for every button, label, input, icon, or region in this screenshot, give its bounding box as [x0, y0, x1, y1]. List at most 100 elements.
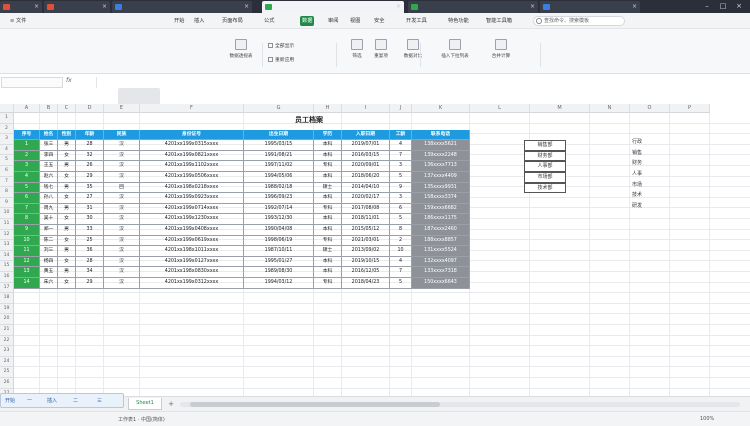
- float-panel-item[interactable]: 开始: [5, 397, 15, 404]
- table-cell[interactable]: 3: [390, 161, 412, 172]
- row-header[interactable]: 1: [0, 113, 14, 124]
- table-cell[interactable]: 12: [14, 256, 40, 268]
- table-cell[interactable]: 2: [390, 235, 412, 247]
- column-header[interactable]: H: [314, 104, 342, 113]
- table-cell[interactable]: 专科: [314, 161, 342, 172]
- row-header[interactable]: 23: [0, 346, 14, 357]
- table-cell[interactable]: 9: [14, 225, 40, 236]
- table-cell[interactable]: 7: [390, 150, 412, 162]
- browser-tab[interactable]: ×: [262, 1, 404, 13]
- table-cell[interactable]: 6: [390, 203, 412, 215]
- row-header[interactable]: 11: [0, 219, 14, 230]
- table-cell[interactable]: 2016/03/15: [342, 150, 390, 162]
- table-cell[interactable]: 26: [76, 161, 104, 172]
- table-cell[interactable]: 汉: [104, 161, 140, 172]
- table-cell[interactable]: 回: [104, 182, 140, 194]
- table-cell[interactable]: 4201xx198x0830xxxx: [140, 267, 244, 278]
- row-header[interactable]: 8: [0, 187, 14, 198]
- browser-tab[interactable]: ×: [44, 1, 110, 13]
- table-cell[interactable]: 2019/10/15: [342, 256, 390, 268]
- float-panel-item[interactable]: 二: [73, 397, 78, 404]
- table-cell[interactable]: 159xxxx6682: [412, 203, 470, 215]
- float-panel[interactable]: 开始 一 插入 二 三: [0, 393, 124, 408]
- browser-tab[interactable]: ×: [408, 1, 538, 13]
- ribbon-button[interactable]: 重复项: [366, 39, 396, 69]
- table-cell[interactable]: 10: [390, 246, 412, 257]
- ribbon-small-item[interactable]: 重新应用: [268, 56, 294, 63]
- table-cell[interactable]: 汉: [104, 278, 140, 289]
- float-panel-item[interactable]: 插入: [47, 397, 57, 404]
- row-header[interactable]: 25: [0, 367, 14, 378]
- float-panel-item[interactable]: 一: [27, 397, 32, 404]
- table-cell[interactable]: 吴十: [40, 214, 58, 225]
- table-cell[interactable]: 138xxxx5621: [412, 140, 470, 151]
- department-cell[interactable]: 财务部: [524, 150, 566, 162]
- browser-tab[interactable]: ×: [540, 1, 640, 13]
- table-cell[interactable]: 4: [14, 172, 40, 183]
- table-cell[interactable]: 1998/06/19: [244, 235, 314, 247]
- table-cell[interactable]: 150xxxx6643: [412, 278, 470, 289]
- table-cell[interactable]: 2018/11/01: [342, 214, 390, 225]
- table-cell[interactable]: 34: [76, 267, 104, 278]
- table-cell[interactable]: 汉: [104, 203, 140, 215]
- column-header[interactable]: F: [140, 104, 244, 113]
- table-cell[interactable]: 27: [76, 193, 104, 204]
- row-header[interactable]: 2: [0, 123, 14, 135]
- list-item[interactable]: 人事: [632, 170, 642, 177]
- table-cell[interactable]: 137xxxx4409: [412, 172, 470, 183]
- table-cell[interactable]: 1992/07/14: [244, 203, 314, 215]
- row-header[interactable]: 21: [0, 325, 14, 336]
- list-item[interactable]: 财务: [632, 159, 642, 166]
- row-header[interactable]: 26: [0, 378, 14, 389]
- table-cell[interactable]: 周九: [40, 203, 58, 215]
- table-cell[interactable]: 9: [390, 182, 412, 194]
- table-cell[interactable]: 汉: [104, 267, 140, 278]
- table-cell[interactable]: 4: [390, 256, 412, 268]
- close-icon[interactable]: ×: [632, 3, 637, 10]
- list-item[interactable]: 行政: [632, 138, 642, 145]
- table-cell[interactable]: 本科: [314, 193, 342, 204]
- table-cell[interactable]: 汉: [104, 193, 140, 204]
- row-header[interactable]: 4: [0, 144, 14, 156]
- table-cell[interactable]: 汉: [104, 225, 140, 236]
- list-item[interactable]: 研发: [632, 202, 642, 209]
- table-cell[interactable]: 杨四: [40, 256, 58, 268]
- column-header[interactable]: B: [40, 104, 58, 113]
- menu-item[interactable]: 安全: [372, 16, 386, 26]
- table-cell[interactable]: 汉: [104, 214, 140, 225]
- column-header[interactable]: O: [630, 104, 670, 113]
- table-cell[interactable]: 陈二: [40, 235, 58, 247]
- row-header[interactable]: 17: [0, 282, 14, 294]
- table-cell[interactable]: 张三: [40, 140, 58, 151]
- table-cell[interactable]: 28: [76, 256, 104, 268]
- list-item[interactable]: 销售: [632, 149, 642, 156]
- table-cell[interactable]: 钱七: [40, 182, 58, 194]
- table-cell[interactable]: 男: [58, 182, 76, 194]
- table-cell[interactable]: 4201xx199x0923xxxx: [140, 193, 244, 204]
- table-cell[interactable]: 5: [14, 182, 40, 194]
- menu-item[interactable]: 审阅: [326, 16, 340, 26]
- table-cell[interactable]: 1996/09/23: [244, 193, 314, 204]
- table-cell[interactable]: 黄五: [40, 267, 58, 278]
- table-cell[interactable]: 男: [58, 246, 76, 257]
- department-cell[interactable]: 人事部: [524, 161, 566, 172]
- table-cell[interactable]: 男: [58, 225, 76, 236]
- row-header[interactable]: 22: [0, 335, 14, 347]
- table-cell[interactable]: 本科: [314, 256, 342, 268]
- zoom-level[interactable]: 100%: [700, 416, 714, 422]
- table-cell[interactable]: 136xxxx7713: [412, 161, 470, 172]
- close-icon[interactable]: ×: [34, 3, 39, 10]
- table-cell[interactable]: 本科: [314, 225, 342, 236]
- table-cell[interactable]: 女: [58, 172, 76, 183]
- table-cell[interactable]: 汉: [104, 235, 140, 247]
- table-cell[interactable]: 赵六: [40, 172, 58, 183]
- column-header[interactable]: M: [530, 104, 590, 113]
- close-icon[interactable]: ×: [102, 3, 107, 10]
- table-cell[interactable]: 133xxxx7318: [412, 267, 470, 278]
- menu-item[interactable]: 开发工具: [404, 16, 429, 26]
- table-cell[interactable]: 王五: [40, 161, 58, 172]
- department-cell[interactable]: 技术部: [524, 182, 566, 194]
- table-cell[interactable]: 女: [58, 150, 76, 162]
- table-cell[interactable]: 汉: [104, 150, 140, 162]
- table-cell[interactable]: 4201xx199x0312xxxx: [140, 278, 244, 289]
